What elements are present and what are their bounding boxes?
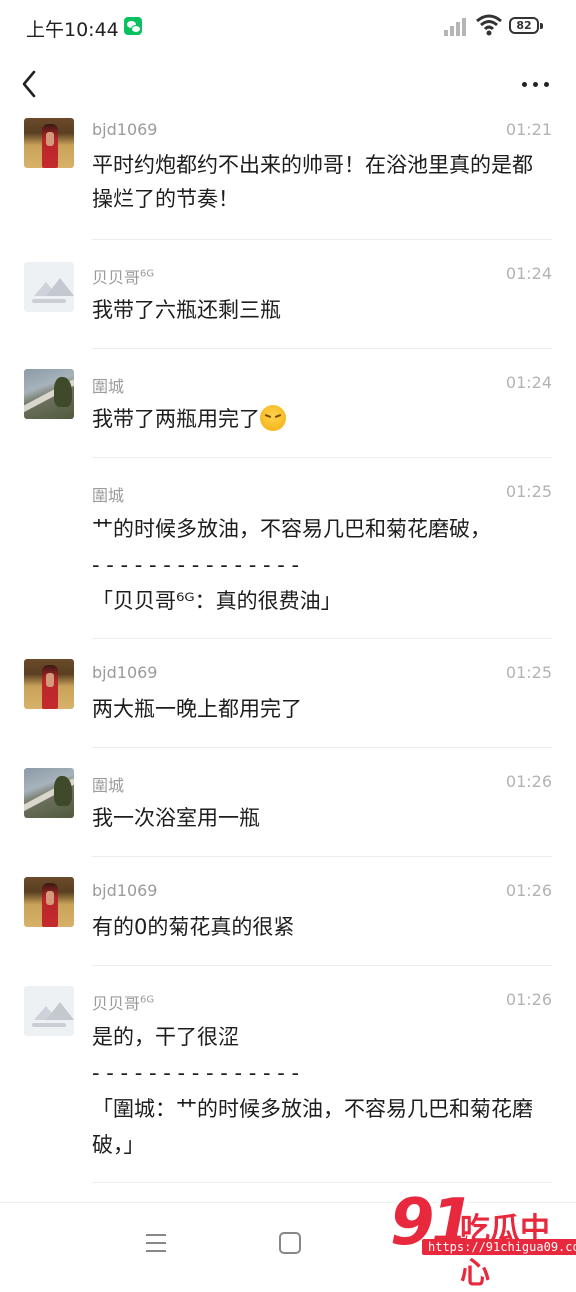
message-text: 有的0的菊花真的很紧 [92,915,295,939]
watermark-url: https://91chigua09.com [422,1239,576,1255]
message-time: 01:21 [505,120,552,139]
message-time: 01:24 [505,373,552,392]
message-time: 01:25 [505,663,552,682]
top-nav-bar [0,56,576,112]
sender-name: 圍城 [92,486,125,505]
divider [92,856,552,857]
message-time: 01:25 [505,482,552,501]
divider [92,239,552,240]
signal-icon [444,18,470,36]
sender-name: bjd1069 [92,881,158,900]
more-options-icon[interactable] [516,70,556,98]
message-text: 我一次浴室用一瓶 [92,806,260,830]
message-time: 01:24 [505,264,552,283]
divider [92,457,552,458]
wifi-icon [476,14,502,36]
sender-name: 贝贝哥6G [92,268,155,287]
sender-name: 圍城 [92,377,125,396]
avatar[interactable] [24,262,74,312]
message-text: 艹的时候多放油，不容易几巴和菊花磨破， - - - - - - - - - - … [92,517,491,613]
avatar[interactable] [24,118,74,168]
avatar[interactable] [24,986,74,1036]
divider [92,1182,552,1183]
status-time: 上午10:44 [26,19,119,41]
message-text: 两大瓶一晚上都用完了 [92,697,302,721]
message-text: 我带了两瓶用完了 [92,402,552,436]
message-time: 01:26 [505,881,552,900]
menu-icon[interactable] [146,1234,166,1252]
watermark-logo: 91 吃瓜中心 https://91chigua09.com [390,1186,576,1291]
avatar[interactable] [24,768,74,818]
avatar[interactable] [24,877,74,927]
message-text: 我带了六瓶还剩三瓶 [92,298,281,322]
divider [92,965,552,966]
sender-name: 圍城 [92,776,125,795]
chat-record-list[interactable]: bjd1069 01:21 平时约炮都约不出来的帅哥！在浴池里真的是都操烂了的节… [0,112,576,1202]
message-time: 01:26 [505,772,552,791]
message-text: 是的，干了很涩 - - - - - - - - - - - - - - - 「圍… [92,1025,533,1157]
avatar[interactable] [24,369,74,419]
divider [92,638,552,639]
home-icon[interactable] [279,1232,301,1254]
avatar[interactable] [24,659,74,709]
sender-name: bjd1069 [92,663,158,682]
divider [92,348,552,349]
message-text: 平时约炮都约不出来的帅哥！在浴池里真的是都操烂了的节奏！ [92,153,533,211]
sender-name: bjd1069 [92,120,158,139]
status-bar: 上午10:44 82 [0,0,576,56]
battery-icon: 82 [509,17,543,34]
wechat-notification-icon [124,17,142,35]
back-icon[interactable] [14,64,50,104]
emoji-icon [260,405,286,431]
sender-name: 贝贝哥6G [92,994,155,1013]
divider [92,747,552,748]
message-time: 01:26 [505,990,552,1009]
